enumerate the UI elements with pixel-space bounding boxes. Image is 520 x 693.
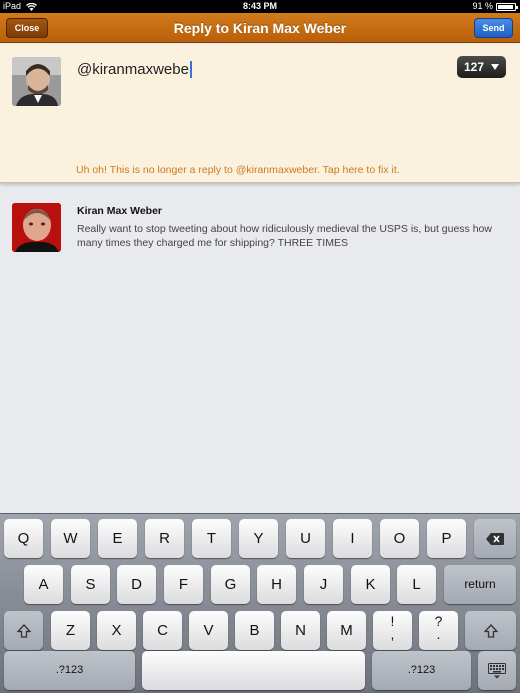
- tweet-author: Kiran Max Weber: [77, 205, 162, 217]
- key-c[interactable]: C: [143, 611, 182, 650]
- char-counter[interactable]: 127: [457, 56, 506, 78]
- key-k[interactable]: K: [351, 565, 390, 604]
- key-d[interactable]: D: [117, 565, 156, 604]
- compose-text: @kiranmaxwebe: [77, 61, 189, 78]
- shift-key-right[interactable]: [465, 611, 516, 650]
- key-g[interactable]: G: [211, 565, 250, 604]
- key-x[interactable]: X: [97, 611, 136, 650]
- key-question-period[interactable]: ? .: [419, 611, 458, 650]
- return-key[interactable]: return: [444, 565, 516, 604]
- tweet-text: Really want to stop tweeting about how r…: [77, 223, 492, 249]
- nav-bar: Reply to Kiran Max Weber Close Send: [0, 13, 520, 43]
- original-tweet: Kiran Max Weber Really want to stop twee…: [0, 184, 520, 254]
- key-n[interactable]: N: [281, 611, 320, 650]
- key-i[interactable]: I: [333, 519, 372, 558]
- key-u[interactable]: U: [286, 519, 325, 558]
- symbols-key-left[interactable]: .?123: [4, 651, 135, 690]
- key-a[interactable]: A: [24, 565, 63, 604]
- status-bar: iPad 8:43 PM 91 %: [0, 0, 520, 13]
- backspace-key[interactable]: [474, 519, 516, 558]
- hide-keyboard-key[interactable]: [478, 651, 516, 690]
- key-s[interactable]: S: [71, 565, 110, 604]
- reply-warning-link[interactable]: Uh oh! This is no longer a reply to @kir…: [76, 164, 400, 176]
- key-r[interactable]: R: [145, 519, 184, 558]
- shift-key-left[interactable]: [4, 611, 43, 650]
- key-j[interactable]: J: [304, 565, 343, 604]
- key-question-bottom: .: [436, 626, 441, 642]
- close-button[interactable]: Close: [6, 18, 48, 38]
- key-exclaim-bottom: ,: [390, 626, 395, 642]
- chevron-down-icon: [491, 64, 499, 70]
- key-o[interactable]: O: [380, 519, 419, 558]
- compose-area: @kiranmaxwebe 127 Uh oh! This is no long…: [0, 44, 520, 183]
- keyboard: Q W E R T Y U I O P A S D F G H J K L re…: [0, 513, 520, 693]
- symbols-key-right[interactable]: .?123: [372, 651, 471, 690]
- key-h[interactable]: H: [257, 565, 296, 604]
- key-f[interactable]: F: [164, 565, 203, 604]
- key-b[interactable]: B: [235, 611, 274, 650]
- tweet-avatar: [12, 203, 61, 252]
- char-count: 127: [464, 60, 485, 74]
- key-q[interactable]: Q: [4, 519, 43, 558]
- key-w[interactable]: W: [51, 519, 90, 558]
- avatar: [12, 57, 61, 106]
- page-title: Reply to Kiran Max Weber: [173, 20, 347, 36]
- key-z[interactable]: Z: [51, 611, 90, 650]
- text-caret: [189, 61, 192, 78]
- space-key[interactable]: [142, 651, 365, 690]
- status-time: 8:43 PM: [242, 1, 277, 11]
- key-l[interactable]: L: [397, 565, 436, 604]
- key-t[interactable]: T: [192, 519, 231, 558]
- key-v[interactable]: V: [189, 611, 228, 650]
- key-p[interactable]: P: [427, 519, 466, 558]
- battery-icon: [496, 2, 518, 11]
- battery-fill: [498, 4, 513, 9]
- key-m[interactable]: M: [327, 611, 366, 650]
- battery-percent: 91 %: [472, 1, 493, 11]
- send-button[interactable]: Send: [474, 18, 513, 38]
- compose-input[interactable]: @kiranmaxwebe: [77, 61, 192, 78]
- key-y[interactable]: Y: [239, 519, 278, 558]
- key-exclaim-comma[interactable]: ! ,: [373, 611, 412, 650]
- key-e[interactable]: E: [98, 519, 137, 558]
